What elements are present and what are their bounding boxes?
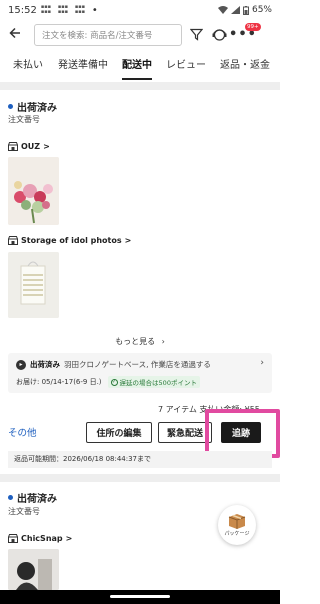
dot-icon: • xyxy=(91,4,98,16)
urgent-delivery-button[interactable]: 緊急配送 xyxy=(158,422,212,443)
back-arrow-icon[interactable] xyxy=(2,27,28,43)
delivery-eta: お届け: 05/14-17(6-9 日.) xyxy=(16,378,102,386)
return-period-note: 返品可能期間：2026/06/18 08:44:37まで xyxy=(8,451,272,468)
shop-link-storage-of-idol-photos[interactable]: Storage of idol photos > xyxy=(8,236,131,245)
notification-icon: ▪▪▪ ▪▪▪ xyxy=(57,4,68,15)
search-header: 注文を検索: 商品名/注文番号 ••• 99+ xyxy=(0,20,280,50)
check-circle-icon: ✓ xyxy=(110,378,118,386)
shop-name: ChicSnap xyxy=(21,534,63,543)
status-dot-icon xyxy=(8,495,13,500)
order-status-tabs: 未払い 発送準備中 配送中 レビュー 返品・返金 xyxy=(0,56,280,80)
package-label: パッケージ xyxy=(224,531,250,537)
store-icon xyxy=(8,142,18,151)
package-button[interactable]: パッケージ xyxy=(218,505,256,545)
product-thumbnail[interactable] xyxy=(8,252,59,318)
chevron-right-icon: › xyxy=(260,358,264,368)
notification-icon: ▪▪▪ ▪▪▪ xyxy=(40,4,51,15)
customer-service-icon[interactable] xyxy=(209,24,229,44)
chevron-right-icon: > xyxy=(43,142,50,151)
notification-badge: 99+ xyxy=(245,23,261,31)
edit-address-button[interactable]: 住所の編集 xyxy=(86,422,152,443)
tab-unpaid[interactable]: 未払い xyxy=(13,56,43,80)
chevron-right-icon: > xyxy=(65,534,73,543)
signal-icon xyxy=(230,6,240,14)
shop-name: Storage of idol photos xyxy=(21,236,122,245)
system-nav-bar xyxy=(0,590,280,604)
shop-link-chicsnap[interactable]: ChicSnap > xyxy=(8,534,72,543)
notification-icon: ▪▪▪ ▪▪▪ xyxy=(74,4,85,15)
home-gesture-handle[interactable] xyxy=(110,595,170,598)
delivery-status: 出荷済み xyxy=(30,360,60,369)
shop-name: OUZ xyxy=(21,142,41,151)
status-time: 15:52 xyxy=(8,4,37,16)
shop-link-ouz[interactable]: OUZ > xyxy=(8,142,50,151)
chevron-right-icon: > xyxy=(124,236,132,245)
section-divider xyxy=(0,82,280,90)
package-box-icon xyxy=(228,514,246,529)
order-number-label: 注文番号 xyxy=(8,507,40,516)
late-compensation-badge: ✓ 遅延の場合は500ポイント xyxy=(107,376,200,388)
section-divider xyxy=(0,474,280,482)
battery-icon xyxy=(242,5,249,15)
order-search-input[interactable]: 注文を検索: 商品名/注文番号 xyxy=(34,24,182,46)
truck-icon: ▸ xyxy=(16,359,26,370)
tab-review[interactable]: レビュー xyxy=(166,56,206,80)
order-status-title: 出荷済み xyxy=(8,99,57,114)
product-thumbnail[interactable] xyxy=(8,157,59,225)
tab-shipping[interactable]: 配送中 xyxy=(122,56,152,80)
tab-returns[interactable]: 返品・返金 xyxy=(220,56,270,80)
product-thumbnail[interactable] xyxy=(8,549,59,590)
tab-preparing[interactable]: 発送準備中 xyxy=(58,56,108,80)
see-more-button[interactable]: もっと見る › xyxy=(0,336,280,347)
store-icon xyxy=(8,236,18,245)
status-dot-icon xyxy=(8,104,13,109)
wifi-icon xyxy=(217,6,228,14)
battery-level: 65% xyxy=(251,5,272,15)
order-status-title: 出荷済み xyxy=(8,490,57,505)
search-placeholder: 注文を検索: 商品名/注文番号 xyxy=(42,31,153,41)
delivery-status-panel[interactable]: ▸ 出荷済み 羽田クロノゲートベース, 作業店を通過する › お届け: 05/1… xyxy=(8,353,272,393)
status-bar: 15:52 ▪▪▪ ▪▪▪ ▪▪▪ ▪▪▪ ▪▪▪ ▪▪▪ • 65% xyxy=(0,0,280,20)
chevron-right-icon: › xyxy=(161,337,165,346)
other-link[interactable]: その他 xyxy=(8,425,37,439)
filter-icon[interactable] xyxy=(186,24,206,44)
store-icon xyxy=(8,534,18,543)
order-number-label: 注文番号 xyxy=(8,115,40,124)
delivery-location: 羽田クロノゲートベース, 作業店を通過する xyxy=(64,360,211,369)
